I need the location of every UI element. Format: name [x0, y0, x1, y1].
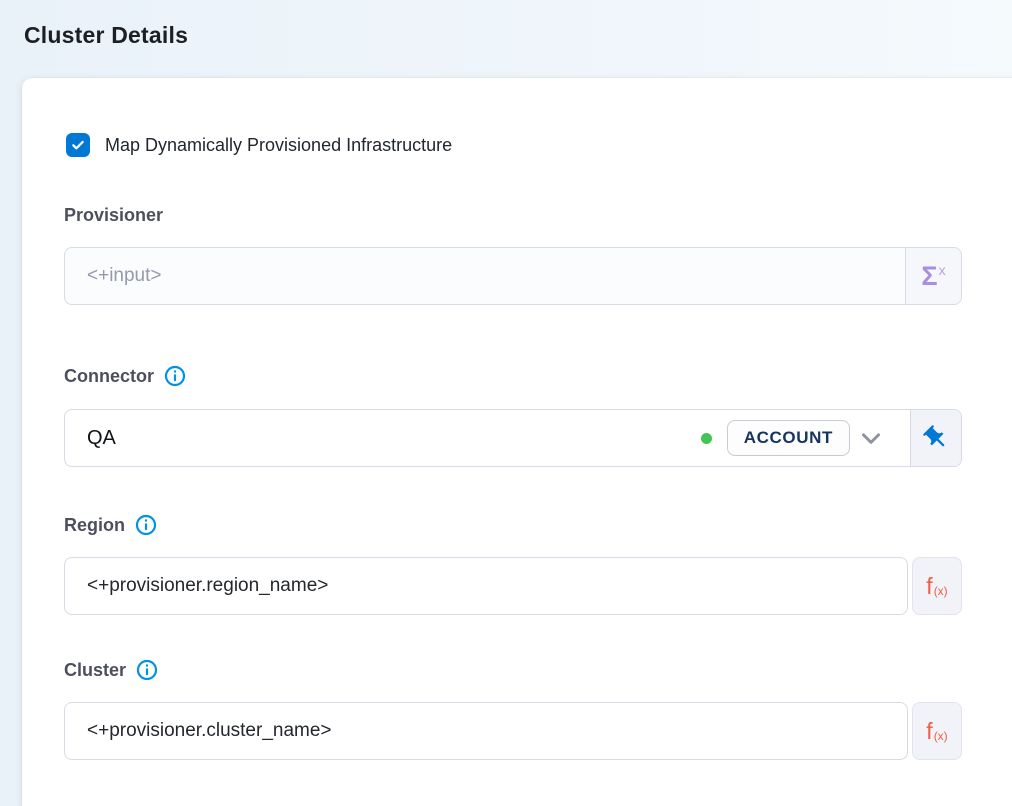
fx-glyph: f — [926, 720, 932, 743]
region-label: Region — [64, 514, 157, 536]
region-field-row: f(x) — [64, 557, 962, 615]
checkbox-label: Map Dynamically Provisioned Infrastructu… — [105, 135, 452, 156]
runtime-input-sigma-icon: Σx — [905, 248, 961, 304]
cluster-input[interactable] — [64, 702, 908, 760]
pin-button[interactable] — [910, 410, 961, 466]
pin-icon — [922, 424, 950, 452]
cluster-label: Cluster — [64, 659, 158, 681]
info-icon[interactable] — [136, 659, 158, 681]
info-icon[interactable] — [164, 365, 186, 387]
connector-field-right: ACCOUNT — [701, 410, 910, 466]
expression-fx-button[interactable]: f(x) — [912, 702, 962, 760]
check-icon — [70, 137, 86, 153]
connector-input[interactable] — [65, 410, 701, 466]
expression-fx-button[interactable]: f(x) — [912, 557, 962, 615]
connector-status-dot — [701, 433, 712, 444]
provisioner-input — [65, 248, 905, 304]
fx-sub-glyph: (x) — [934, 585, 948, 597]
scope-badge: ACCOUNT — [727, 420, 850, 456]
chevron-down-icon[interactable] — [856, 423, 886, 453]
connector-label-text: Connector — [64, 366, 154, 387]
info-icon[interactable] — [135, 514, 157, 536]
fx-sub-glyph: (x) — [934, 730, 948, 742]
page-title: Cluster Details — [24, 22, 188, 49]
provisioner-field: Σx — [64, 247, 962, 305]
cluster-details-card: Map Dynamically Provisioned Infrastructu… — [22, 78, 1012, 806]
provisioner-label-text: Provisioner — [64, 205, 163, 226]
map-dynamic-infra-checkbox-row[interactable]: Map Dynamically Provisioned Infrastructu… — [66, 133, 452, 157]
sigma-sup-glyph: x — [939, 263, 946, 277]
connector-label: Connector — [64, 365, 186, 387]
cluster-field-row: f(x) — [64, 702, 962, 760]
sigma-glyph: Σ — [921, 263, 937, 290]
region-input[interactable] — [64, 557, 908, 615]
fx-glyph: f — [926, 575, 932, 598]
provisioner-label: Provisioner — [64, 205, 163, 226]
region-label-text: Region — [64, 515, 125, 536]
connector-field[interactable]: ACCOUNT — [64, 409, 962, 467]
cluster-label-text: Cluster — [64, 660, 126, 681]
checkbox-checked[interactable] — [66, 133, 90, 157]
